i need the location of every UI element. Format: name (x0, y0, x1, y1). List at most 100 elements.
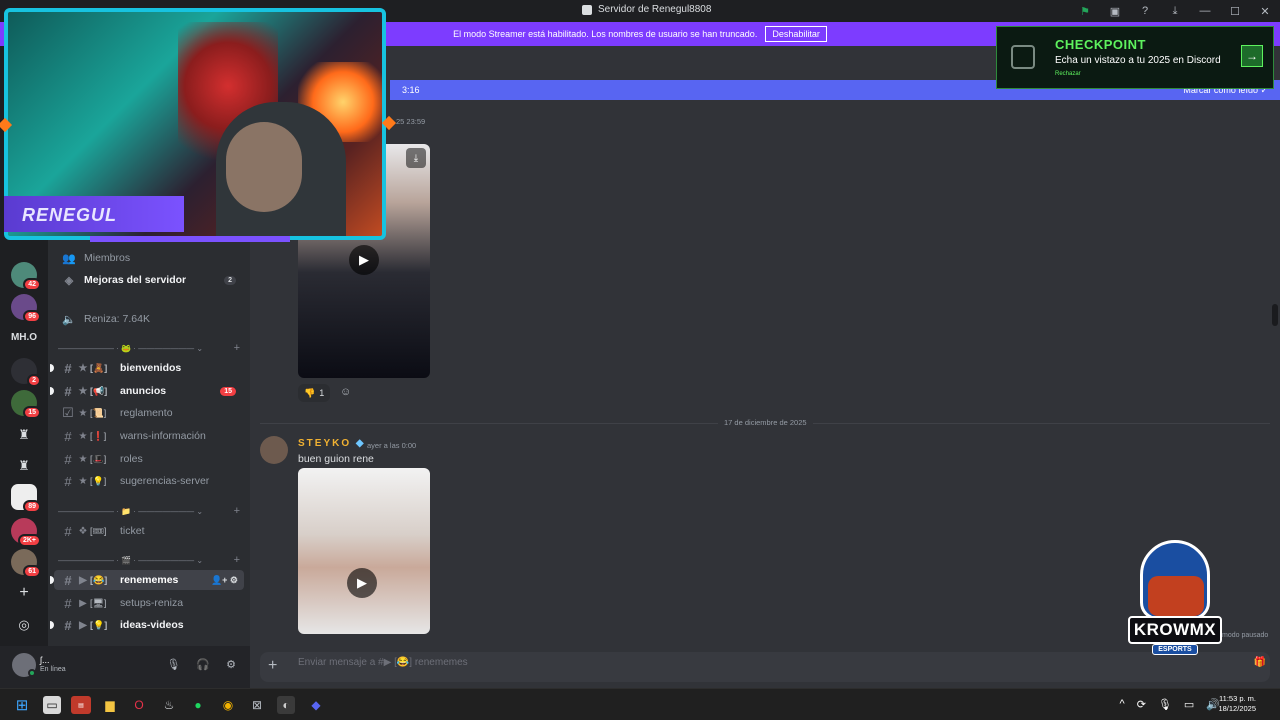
channel-renememes[interactable]: # ▶ [😂] renememes 👤+ ⚙ (50, 570, 244, 590)
close-button[interactable]: ✕ (1250, 0, 1280, 22)
add-attachment-icon[interactable]: + (268, 657, 277, 675)
checkpoint-subtitle: Echa un vistazo a tu 2025 en Discord (1055, 55, 1221, 66)
unread-indicator (50, 621, 54, 629)
server-icon[interactable]: 89 (11, 484, 41, 513)
chevron-up-icon[interactable]: ^ (1120, 698, 1125, 711)
channel-ideas-videos[interactable]: # ▶ [💡] ideas-videos (50, 615, 244, 635)
username[interactable]: ʃ... (40, 655, 50, 665)
steam-icon[interactable]: ♨ (160, 696, 178, 714)
play-icon[interactable]: ▶ (347, 568, 377, 598)
headphones-icon[interactable]: 🎧 (196, 658, 210, 671)
windows-start-icon[interactable]: ⊞ (13, 696, 31, 714)
server-icon[interactable]: MH.O (7, 324, 41, 350)
star-icon: ★ (78, 407, 88, 419)
message-author[interactable]: STEYKO ◆ (298, 438, 366, 449)
microphone-icon[interactable]: 🎙 (166, 658, 180, 671)
channel-settings-icon[interactable]: 👤+ ⚙ (211, 575, 238, 586)
clock[interactable]: 11:53 p. m. 18/12/2025 (1218, 694, 1256, 714)
channel-sugerencias[interactable]: # ★ [💡] sugerencias-server (54, 471, 244, 491)
category-label: ——————— · 🐸 · ——————— ⌄ (58, 344, 204, 353)
download-icon[interactable]: ⤓ (406, 148, 426, 168)
add-channel-icon[interactable]: + (234, 505, 240, 517)
server-icon[interactable]: 42 (11, 262, 41, 291)
category-header[interactable]: ——————— · 🐸 · ——————— ⌄ + (58, 342, 244, 356)
add-channel-icon[interactable]: + (234, 342, 240, 354)
server-icon[interactable]: ♜ (11, 422, 37, 448)
help-icon[interactable]: ? (1130, 0, 1160, 22)
spotify-icon[interactable]: ● (189, 696, 207, 714)
server-icon[interactable]: 2 (11, 358, 41, 387)
opera-icon[interactable]: O (130, 696, 148, 714)
obs-icon[interactable]: ◐ (277, 696, 295, 714)
checkpoint-dismiss-link[interactable]: Rechazar (1055, 71, 1081, 77)
hash-icon: # (64, 595, 72, 611)
channel-warns[interactable]: # ★ [❗] warns-información (54, 426, 244, 446)
members-item[interactable]: 👥 Miembros (54, 248, 244, 268)
frame-glow (90, 236, 290, 242)
system-tray: ^ ⟳ 🎙 ▭ 🔊 (1120, 698, 1220, 711)
channel-anuncios[interactable]: # ★ [📢] anuncios 15 (50, 381, 244, 401)
xbox-icon[interactable]: ⊠ (248, 696, 266, 714)
add-channel-icon[interactable]: + (234, 554, 240, 566)
channel-emoji: [😂] (90, 574, 108, 585)
avatar[interactable] (260, 436, 288, 464)
reaction-pill[interactable]: 👎 1 (298, 384, 331, 402)
paused-label: modo pausado (1222, 632, 1269, 639)
checkpoint-popup[interactable]: CHECKPOINT Echa un vistazo a tu 2025 en … (996, 26, 1274, 89)
star-icon: ★ (78, 362, 88, 374)
star-icon: ★ (78, 430, 88, 442)
streamer-banner-text: El modo Streamer está habilitado. Los no… (453, 29, 758, 39)
channel-emoji: [🧸] (90, 362, 108, 373)
channel-ticket[interactable]: # ❖ [🎟] ticket (54, 521, 244, 541)
reaction-emoji-icon: 👎 (304, 387, 316, 398)
sync-icon[interactable]: ⟳ (1137, 698, 1146, 711)
explore-servers-icon[interactable]: ◎ (11, 612, 37, 638)
server-icon[interactable]: 15 (11, 390, 41, 419)
disable-streamer-button[interactable]: Deshabilitar (765, 26, 827, 42)
settings-gear-icon[interactable]: ⚙ (226, 658, 236, 671)
arrow-right-icon[interactable]: → (1241, 45, 1263, 67)
message-input[interactable]: Enviar mensaje a #▶ [😂] renememes (298, 657, 468, 668)
server-icon[interactable]: 61 (11, 549, 41, 578)
channel-setups[interactable]: # ▶ [🖥] setups-reniza (54, 593, 244, 613)
add-server-icon[interactable]: + (11, 580, 37, 606)
microphone-tray-icon[interactable]: 🎙 (1158, 698, 1172, 711)
category-header[interactable]: ——————— · 📁 · ——————— ⌄ + (58, 505, 244, 519)
channel-name: reglamento (120, 407, 173, 419)
clock-time: 11:53 p. m. (1219, 694, 1256, 703)
flag-icon[interactable]: ⚑ (1070, 0, 1100, 22)
boosts-label: Mejoras del servidor (84, 274, 187, 286)
hash-icon: # (64, 360, 72, 376)
download-icon[interactable]: ⤓ (1160, 0, 1190, 22)
add-reaction-icon[interactable]: ☺ (340, 386, 351, 398)
task-view-icon[interactable]: ▭ (43, 696, 61, 714)
hash-icon: # (64, 617, 72, 633)
discord-taskbar-icon[interactable]: ◆ (307, 696, 325, 714)
server-badge: 15 (23, 406, 41, 419)
server-icon[interactable]: 96 (11, 294, 41, 323)
server-icon[interactable]: 2K+ (11, 518, 41, 547)
star-icon: ★ (78, 453, 88, 465)
file-explorer-icon[interactable]: ▆ (101, 696, 119, 714)
maximize-button[interactable]: ☐ (1220, 0, 1250, 22)
server-icon[interactable]: ♜ (11, 453, 37, 479)
channel-reglamento[interactable]: ☑ ★ [📜] reglamento (54, 403, 244, 423)
channel-bienvenidos[interactable]: # ★ [🧸] bienvenidos (50, 358, 244, 378)
server-badge: 42 (23, 278, 41, 291)
server-label: MH.O (10, 331, 38, 343)
video-attachment[interactable]: ▶ (298, 468, 430, 634)
chrome-icon[interactable]: ◉ (219, 696, 237, 714)
network-icon[interactable]: ▭ (1184, 698, 1194, 711)
server-badge: 2 (27, 374, 41, 387)
channel-name: bienvenidos (120, 362, 182, 374)
gift-icon[interactable]: 🎁 (1254, 657, 1266, 668)
server-boosts-item[interactable]: ◈ Mejoras del servidor 2 (54, 270, 244, 290)
voice-channel-reniza[interactable]: 🔈 Reniza: 7.64K (54, 309, 244, 329)
channel-roles[interactable]: # ★ [🎩] roles (54, 449, 244, 469)
scrollbar[interactable] (1272, 304, 1278, 326)
inbox-icon[interactable]: ▣ (1100, 0, 1130, 22)
category-header[interactable]: ——————— · 🎬 · ——————— ⌄ + (58, 554, 244, 568)
minimize-button[interactable]: — (1190, 0, 1220, 22)
app-icon[interactable]: ▤ (71, 696, 91, 714)
play-icon: ▶ (79, 574, 87, 586)
